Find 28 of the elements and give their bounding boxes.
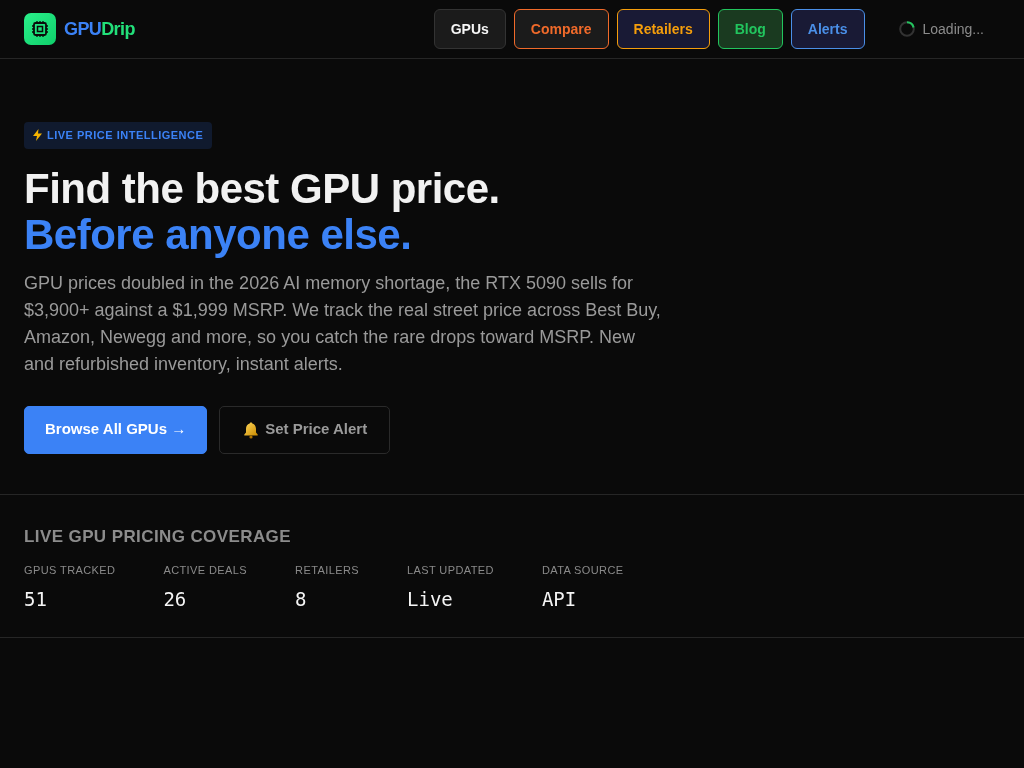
nav-button[interactable]: GPUs (433, 9, 506, 49)
badge-text: LIVE PRICE INTELLIGENCE (47, 128, 204, 143)
chip-logo-icon (24, 13, 56, 45)
stat-value: 51 (24, 586, 47, 611)
nav-button[interactable]: Compare (513, 9, 609, 49)
stat-value: 26 (163, 586, 187, 611)
nav-button[interactable]: Retailers (616, 9, 710, 49)
section-heading: LIVE GPU PRICING COVERAGE (24, 526, 291, 547)
loading-spinner-icon (898, 21, 915, 37)
loading-text: Loading... (922, 19, 984, 39)
stat-label: DATA SOURCE (541, 562, 624, 577)
stat-label: RETAILERS (295, 562, 359, 577)
stat-label: ACTIVE DEALS (163, 562, 248, 577)
lightning-icon (33, 129, 42, 142)
browse-gpus-button[interactable]: Browse All GPUs → (24, 405, 208, 454)
stat-value: 8 (295, 586, 307, 611)
stat-label: GPUS TRACKED (24, 562, 116, 577)
headline: Find the best GPU price. (24, 165, 500, 212)
price-alert-button[interactable]: Set Price Alert (219, 405, 391, 454)
bell-icon (242, 420, 261, 439)
headline-accent: Before anyone else. (24, 211, 412, 258)
stat-label: LAST UPDATED (407, 562, 494, 577)
nav-button[interactable]: Alerts (790, 9, 865, 49)
brand-name[interactable]: GPUDrip (64, 15, 135, 43)
hero-description: GPU prices doubled in the 2026 AI memory shortage, the RTX 5090 sells for $3,900+ against a $1,999 MSRP. We track the real street price across Best Buy, Amazon, Newegg and more, so you catch the rare drops toward MSRP. New and refurbished inventory, instant alerts. (24, 271, 662, 376)
stat-value: Live (407, 586, 453, 611)
nav-button[interactable]: Blog (717, 9, 783, 49)
stat-value: API (541, 586, 577, 611)
